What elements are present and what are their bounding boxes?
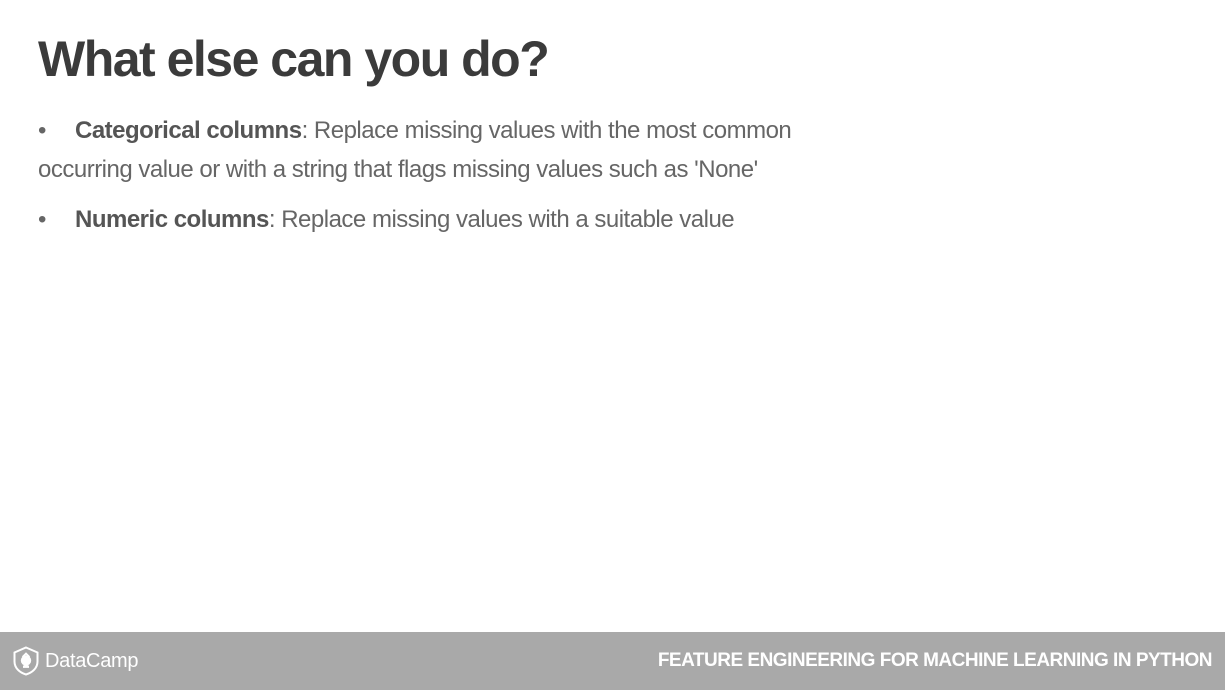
bullet-term: Categorical columns [75,117,302,144]
bullet-list: • Categorical columns : Replace missing va… [38,111,828,250]
bullet-text: : Replace missing values with a suitable… [268,206,735,233]
datacamp-logo: DataCamp [12,646,139,676]
footer-bar: DataCamp FEATURE ENGINEERING FOR MACHINE… [0,632,1225,690]
datacamp-shield-icon [12,646,40,676]
bullet-term: Numeric columns [75,206,269,233]
logo-text: DataCamp [45,649,139,672]
course-title: FEATURE ENGINEERING FOR MACHINE LEARNING… [657,650,1213,671]
bullet-item-categorical: • Categorical columns: Replace missing va… [38,111,828,189]
bullet-marker: • [38,117,46,144]
bullet-marker: • [38,206,46,233]
slide-title: What else can you do? [38,31,550,87]
bullet-item-numeric: • Numeric columns: Replace missing values… [38,200,828,239]
